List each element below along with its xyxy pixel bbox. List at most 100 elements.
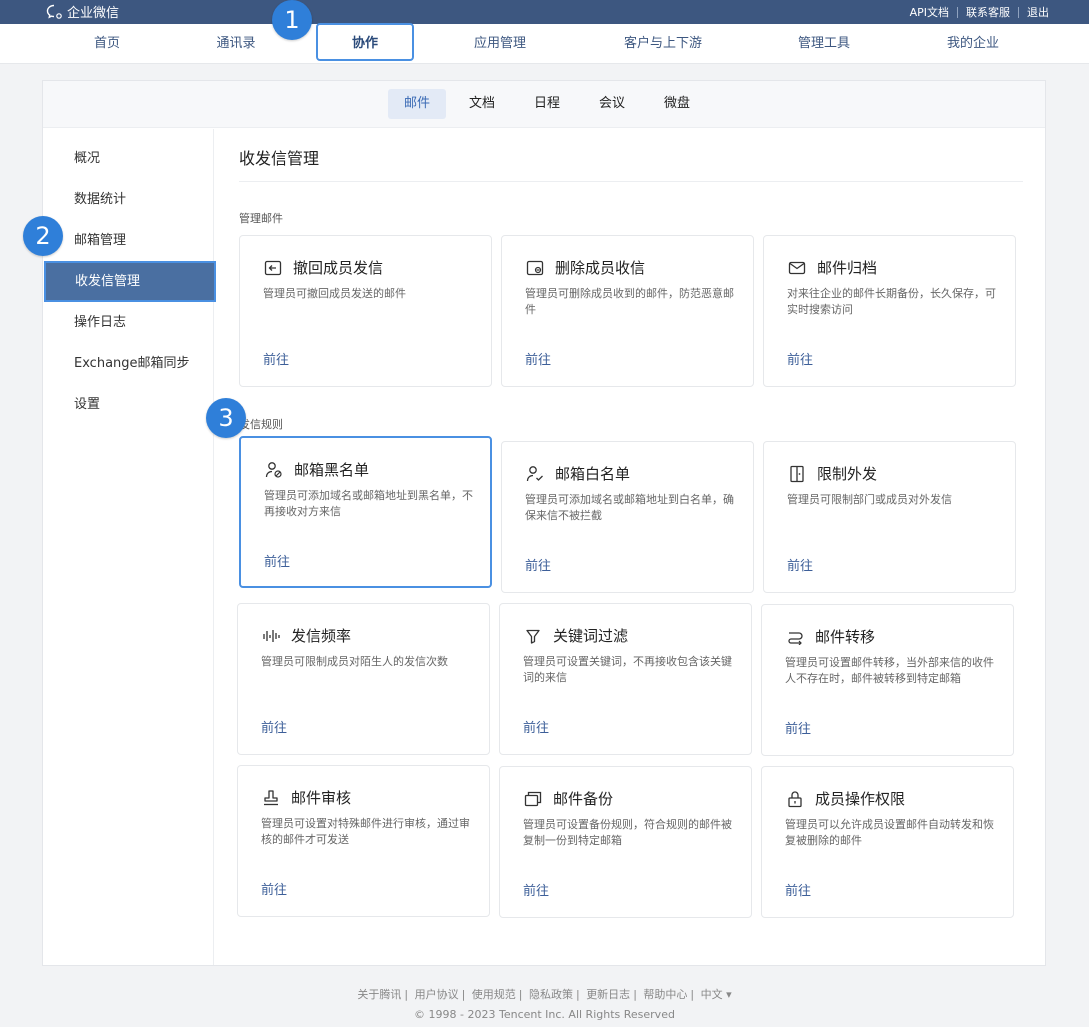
card-description: 管理员可限制部门或成员对外发信 bbox=[787, 493, 952, 506]
section-label-manage-mail: 管理邮件 bbox=[239, 212, 283, 225]
card-description: 管理员可添加域名或邮箱地址到黑名单，不再接收对方来信 bbox=[264, 489, 473, 518]
card-title: 邮件备份 bbox=[553, 790, 614, 808]
tab-docs[interactable]: 文档 bbox=[453, 89, 511, 119]
go-link[interactable]: 前往 bbox=[785, 718, 811, 737]
main-nav: 首页 通讯录 协作 应用管理 客户与上下游 管理工具 我的企业 bbox=[0, 24, 1089, 64]
user-block-icon bbox=[264, 460, 284, 480]
sidebar: 概况 数据统计 邮箱管理 收发信管理 操作日志 Exchange邮箱同步 设置 bbox=[43, 129, 216, 965]
card-title: 邮件归档 bbox=[817, 259, 878, 277]
logout-link[interactable]: 退出 bbox=[1027, 4, 1049, 20]
step-badge-2: 2 bbox=[23, 216, 63, 256]
card-mail-archive[interactable]: 邮件归档 对来往企业的邮件长期备份，长久保存，可实时搜索访问 前往 bbox=[763, 235, 1016, 387]
card-member-permissions[interactable]: 成员操作权限 管理员可以允许成员设置邮件自动转发和恢复被删除的邮件 前往 bbox=[761, 766, 1014, 918]
footer: 关于腾讯 | 用户协议 | 使用规范 | 隐私政策 | 更新日志 | 帮助中心 | 中文 ▾… bbox=[0, 986, 1089, 1021]
card-mail-review[interactable]: 邮件审核 管理员可设置对特殊邮件进行审核，通过审核的邮件才可发送 前往 bbox=[237, 765, 490, 917]
go-link[interactable]: 前往 bbox=[263, 349, 289, 368]
card-title: 关键词过滤 bbox=[553, 627, 629, 645]
envelope-icon bbox=[787, 258, 807, 278]
go-link[interactable]: 前往 bbox=[787, 555, 813, 574]
go-link[interactable]: 前往 bbox=[523, 717, 549, 736]
divider bbox=[957, 6, 958, 18]
api-docs-link[interactable]: API文档 bbox=[910, 4, 949, 20]
card-title: 成员操作权限 bbox=[815, 790, 906, 808]
logo-text: 企业微信 bbox=[67, 6, 120, 21]
sidebar-item-settings[interactable]: 设置 bbox=[43, 384, 214, 425]
footer-link-changelog[interactable]: 更新日志 bbox=[586, 988, 630, 1001]
card-recall-mail[interactable]: 撤回成员发信 管理员可撤回成员发送的邮件 前往 bbox=[239, 235, 492, 387]
card-title: 邮件审核 bbox=[291, 789, 352, 807]
page-title: 收发信管理 bbox=[239, 149, 320, 168]
go-link[interactable]: 前往 bbox=[523, 880, 549, 899]
sidebar-item-overview[interactable]: 概况 bbox=[43, 138, 214, 179]
go-link[interactable]: 前往 bbox=[261, 717, 287, 736]
contact-support-link[interactable]: 联系客服 bbox=[966, 4, 1010, 20]
sidebar-item-exchange-sync[interactable]: Exchange邮箱同步 bbox=[43, 343, 214, 384]
tab-mail[interactable]: 邮件 bbox=[388, 89, 446, 119]
footer-link-usage[interactable]: 使用规范 bbox=[472, 988, 516, 1001]
tab-drive[interactable]: 微盘 bbox=[648, 89, 706, 119]
top-links: API文档 联系客服 退出 bbox=[910, 4, 1049, 20]
go-link[interactable]: 前往 bbox=[787, 349, 813, 368]
go-link[interactable]: 前往 bbox=[525, 555, 551, 574]
nav-customers[interactable]: 客户与上下游 bbox=[603, 24, 723, 64]
step-badge-1: 1 bbox=[272, 0, 312, 40]
content-area: 收发信管理 管理邮件 发信规则 撤回成员发信 管理员可撤回成员发送的邮件 前往 … bbox=[215, 129, 1045, 965]
go-link[interactable]: 前往 bbox=[261, 879, 287, 898]
sidebar-item-statistics[interactable]: 数据统计 bbox=[43, 179, 214, 220]
card-keyword-filter[interactable]: 关键词过滤 管理员可设置关键词，不再接收包含该关键词的来信 前往 bbox=[499, 603, 752, 755]
recall-icon bbox=[263, 258, 283, 278]
card-title: 邮箱黑名单 bbox=[294, 461, 370, 479]
card-description: 对来往企业的邮件长期备份，长久保存，可实时搜索访问 bbox=[787, 287, 996, 316]
go-link[interactable]: 前往 bbox=[264, 551, 290, 570]
card-description: 管理员可设置备份规则，符合规则的邮件被复制一份到特定邮箱 bbox=[523, 818, 732, 847]
nav-app-management[interactable]: 应用管理 bbox=[440, 24, 560, 64]
stamp-icon bbox=[261, 788, 281, 808]
card-mailbox-whitelist[interactable]: 邮箱白名单 管理员可添加域名或邮箱地址到白名单，确保来信不被拦截 前往 bbox=[501, 441, 754, 593]
footer-link-about[interactable]: 关于腾讯 bbox=[357, 988, 401, 1001]
nav-highlight-box bbox=[316, 23, 414, 61]
card-title: 撤回成员发信 bbox=[293, 259, 384, 277]
user-check-icon bbox=[525, 464, 545, 484]
divider bbox=[1018, 6, 1019, 18]
footer-link-terms[interactable]: 用户协议 bbox=[415, 988, 459, 1001]
backup-icon bbox=[523, 789, 543, 809]
go-link[interactable]: 前往 bbox=[785, 880, 811, 899]
delete-mail-icon bbox=[525, 258, 545, 278]
card-description: 管理员可删除成员收到的邮件，防范恶意邮件 bbox=[525, 287, 734, 316]
wecom-logo-icon bbox=[46, 4, 62, 19]
footer-link-privacy[interactable]: 隐私政策 bbox=[529, 988, 573, 1001]
go-link[interactable]: 前往 bbox=[525, 349, 551, 368]
card-mail-backup[interactable]: 邮件备份 管理员可设置备份规则，符合规则的邮件被复制一份到特定邮箱 前往 bbox=[499, 766, 752, 918]
card-title: 邮件转移 bbox=[815, 628, 876, 646]
filter-icon bbox=[523, 626, 543, 646]
card-title: 邮箱白名单 bbox=[555, 465, 631, 483]
logo[interactable]: 企业微信 bbox=[46, 2, 119, 21]
door-icon bbox=[787, 464, 807, 484]
main-panel: 邮件 文档 日程 会议 微盘 概况 数据统计 邮箱管理 收发信管理 操作日志 E… bbox=[42, 80, 1046, 966]
card-description: 管理员可设置对特殊邮件进行审核，通过审核的邮件才可发送 bbox=[261, 817, 470, 846]
tab-schedule[interactable]: 日程 bbox=[518, 89, 576, 119]
card-restrict-outbound[interactable]: 限制外发 管理员可限制部门或成员对外发信 前往 bbox=[763, 441, 1016, 593]
card-title: 删除成员收信 bbox=[555, 259, 646, 277]
tab-meeting[interactable]: 会议 bbox=[583, 89, 641, 119]
card-description: 管理员可添加域名或邮箱地址到白名单，确保来信不被拦截 bbox=[525, 493, 734, 522]
card-send-frequency[interactable]: 发信频率 管理员可限制成员对陌生人的发信次数 前往 bbox=[237, 603, 490, 755]
nav-management-tools[interactable]: 管理工具 bbox=[764, 24, 884, 64]
nav-my-enterprise[interactable]: 我的企业 bbox=[913, 24, 1033, 64]
card-mailbox-blacklist[interactable]: 邮箱黑名单 管理员可添加域名或邮箱地址到黑名单，不再接收对方来信 前往 bbox=[239, 436, 492, 588]
nav-home[interactable]: 首页 bbox=[47, 24, 167, 64]
card-description: 管理员可设置关键词，不再接收包含该关键词的来信 bbox=[523, 655, 732, 684]
sidebar-item-send-receive[interactable]: 收发信管理 bbox=[44, 261, 216, 302]
card-delete-received-mail[interactable]: 删除成员收信 管理员可删除成员收到的邮件，防范恶意邮件 前往 bbox=[501, 235, 754, 387]
language-select[interactable]: 中文 ▾ bbox=[701, 988, 732, 1001]
footer-link-help[interactable]: 帮助中心 bbox=[643, 988, 687, 1001]
copyright: © 1998 - 2023 Tencent Inc. All Rights Re… bbox=[414, 1008, 675, 1021]
card-title: 限制外发 bbox=[817, 465, 878, 483]
title-divider bbox=[239, 181, 1023, 182]
sidebar-item-mailbox-management[interactable]: 邮箱管理 bbox=[43, 220, 214, 261]
sidebar-item-operation-log[interactable]: 操作日志 bbox=[43, 302, 214, 343]
frequency-icon bbox=[261, 626, 281, 646]
card-mail-forward[interactable]: 邮件转移 管理员可设置邮件转移，当外部来信的收件人不存在时，邮件被转移到特定邮箱… bbox=[761, 604, 1014, 756]
lock-icon bbox=[785, 789, 805, 809]
card-description: 管理员可撤回成员发送的邮件 bbox=[263, 287, 406, 300]
